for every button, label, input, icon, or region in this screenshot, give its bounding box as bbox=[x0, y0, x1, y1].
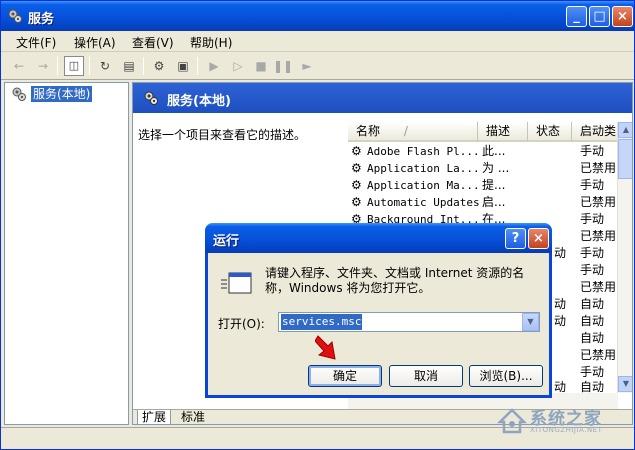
service-status: 动 bbox=[554, 314, 567, 328]
close-button[interactable]: × bbox=[612, 6, 633, 27]
service-name: Adobe Flash Pl... bbox=[367, 145, 480, 158]
service-startup: 手动 bbox=[580, 178, 605, 192]
run-prompt-text: 请键入程序、文件夹、文档或 Internet 资源的名称，Windows 将为您… bbox=[265, 266, 525, 295]
service-startup: 手动 bbox=[580, 263, 605, 277]
red-arrow-icon bbox=[315, 335, 336, 360]
cancel-button[interactable]: 取消 bbox=[389, 365, 463, 387]
toolbar-separator bbox=[57, 57, 58, 75]
service-status: 动 bbox=[554, 297, 567, 311]
table-row[interactable]: ⚙ Automatic Updates 启... 已禁用 bbox=[348, 194, 618, 211]
column-header-label: 名称 bbox=[356, 124, 381, 138]
service-startup: 自动 bbox=[580, 331, 605, 345]
service-startup: 自动 bbox=[580, 314, 605, 328]
ok-button[interactable]: 确定 bbox=[308, 365, 382, 387]
pane-header: 服务(本地) bbox=[133, 83, 632, 113]
pane-header-title: 服务(本地) bbox=[167, 94, 231, 109]
service-desc: 提... bbox=[482, 178, 506, 192]
service-startup: 已禁用 bbox=[580, 229, 617, 243]
open-combobox[interactable]: services.msc ▼ bbox=[278, 312, 540, 332]
refresh-icon[interactable]: ↻ bbox=[95, 56, 115, 76]
watermark-sub: XITONGZHIJIA.NET bbox=[530, 426, 603, 434]
services-gear-icon bbox=[8, 9, 22, 23]
pause-service-icon[interactable]: ❚❚ bbox=[273, 56, 293, 76]
service-startup: 已禁用 bbox=[580, 348, 617, 362]
house-logo-icon bbox=[496, 408, 528, 434]
services-gear-icon bbox=[12, 87, 26, 101]
column-header-description[interactable]: 描述 bbox=[478, 122, 528, 142]
column-header-startup[interactable]: 启动类 bbox=[572, 122, 618, 142]
start-service-alt-icon[interactable]: ▷ bbox=[228, 56, 248, 76]
tree-item-label: 服务(本地) bbox=[31, 86, 93, 102]
table-row[interactable]: ⚙ Application La... 为 ... 已禁用 bbox=[348, 160, 618, 177]
watermark: 系统之家 XITONGZHIJIA.NET bbox=[496, 402, 626, 438]
service-gear-icon: ⚙ bbox=[351, 144, 362, 158]
column-header-name[interactable]: 名称 / bbox=[348, 122, 478, 142]
table-row[interactable]: ⚙ Adobe Flash Pl... 此... 手动 bbox=[348, 143, 618, 160]
window-title: 服务 bbox=[28, 12, 55, 27]
export-list-icon[interactable]: ▤ bbox=[119, 56, 139, 76]
column-header-status[interactable]: 状态 bbox=[528, 122, 572, 142]
service-name: Application La... bbox=[367, 162, 480, 175]
service-desc: 启... bbox=[482, 195, 506, 209]
stop-service-icon[interactable]: ■ bbox=[251, 56, 271, 76]
service-name: Automatic Updates bbox=[367, 196, 480, 209]
service-desc: 此... bbox=[482, 144, 506, 158]
forward-arrow-icon[interactable]: → bbox=[33, 56, 53, 76]
scroll-up-icon[interactable]: ▲ bbox=[618, 122, 632, 138]
menu-bar: 文件(F) 操作(A) 查看(V) 帮助(H) bbox=[1, 31, 634, 52]
sort-indicator-icon: / bbox=[403, 124, 408, 138]
service-gear-icon: ⚙ bbox=[351, 178, 362, 192]
tab-standard[interactable]: 标准 bbox=[177, 410, 209, 424]
menu-help[interactable]: 帮助(H) bbox=[190, 34, 232, 51]
service-name: Application Ma... bbox=[367, 179, 480, 192]
minimize-button[interactable]: _ bbox=[566, 6, 587, 27]
tree-pane: 服务(本地) bbox=[4, 82, 129, 425]
browse-button[interactable]: 浏览(B)... bbox=[469, 365, 543, 387]
title-bar[interactable]: 服务 _ □ × bbox=[1, 1, 634, 31]
open-input-value: services.msc bbox=[281, 314, 363, 330]
service-startup: 手动 bbox=[580, 212, 605, 226]
scroll-thumb[interactable] bbox=[618, 139, 632, 179]
menu-view[interactable]: 查看(V) bbox=[132, 34, 174, 51]
menu-action[interactable]: 操作(A) bbox=[74, 34, 116, 51]
services-gear-icon bbox=[144, 91, 158, 105]
table-row[interactable]: ⚙ Application Ma... 提... 手动 bbox=[348, 177, 618, 194]
toolbar-separator bbox=[197, 57, 198, 75]
toolbar: ← → ◫ ↻ ▤ ⚙ ▣ ▶ ▷ ■ ❚❚ ► bbox=[1, 52, 634, 80]
run-program-icon bbox=[221, 272, 252, 294]
dialog-title: 运行 bbox=[213, 234, 240, 249]
service-gear-icon: ⚙ bbox=[351, 195, 362, 209]
service-startup: 已禁用 bbox=[580, 280, 617, 294]
description-text: 选择一个项目来查看它的描述。 bbox=[138, 128, 307, 142]
service-status: 动 bbox=[554, 246, 567, 260]
run-dialog: 运行 ? × 请键入程序、文件夹、文档或 Internet 资源的名称，Wind… bbox=[205, 223, 552, 398]
service-gear-icon: ⚙ bbox=[351, 161, 362, 175]
menu-file[interactable]: 文件(F) bbox=[16, 34, 56, 51]
dialog-close-button[interactable]: × bbox=[528, 228, 549, 249]
start-service-icon[interactable]: ▶ bbox=[204, 56, 224, 76]
vertical-scrollbar[interactable]: ▲ ▼ bbox=[617, 122, 632, 393]
scroll-down-icon[interactable]: ▼ bbox=[618, 376, 632, 392]
show-hide-tree-icon[interactable]: ◫ bbox=[64, 56, 84, 76]
service-startup: 已禁用 bbox=[580, 195, 617, 209]
restart-service-icon[interactable]: ► bbox=[297, 56, 317, 76]
dialog-title-bar[interactable]: 运行 ? × bbox=[205, 223, 552, 253]
tab-extended[interactable]: 扩展 bbox=[137, 410, 172, 424]
toolbar-separator bbox=[89, 57, 90, 75]
dropdown-arrow-icon[interactable]: ▼ bbox=[522, 313, 539, 331]
service-startup: 已禁用 bbox=[580, 161, 617, 175]
help-icon[interactable]: ⚙ bbox=[149, 56, 169, 76]
service-desc: 为 ... bbox=[482, 161, 510, 175]
maximize-button[interactable]: □ bbox=[589, 6, 610, 27]
properties-icon[interactable]: ▣ bbox=[173, 56, 193, 76]
open-label: 打开(O): bbox=[218, 317, 265, 331]
service-startup: 手动 bbox=[580, 144, 605, 158]
back-arrow-icon[interactable]: ← bbox=[9, 56, 29, 76]
service-startup: 手动 bbox=[580, 246, 605, 260]
service-startup: 自动 bbox=[580, 297, 605, 311]
toolbar-separator bbox=[143, 57, 144, 75]
dialog-help-button[interactable]: ? bbox=[505, 228, 526, 249]
